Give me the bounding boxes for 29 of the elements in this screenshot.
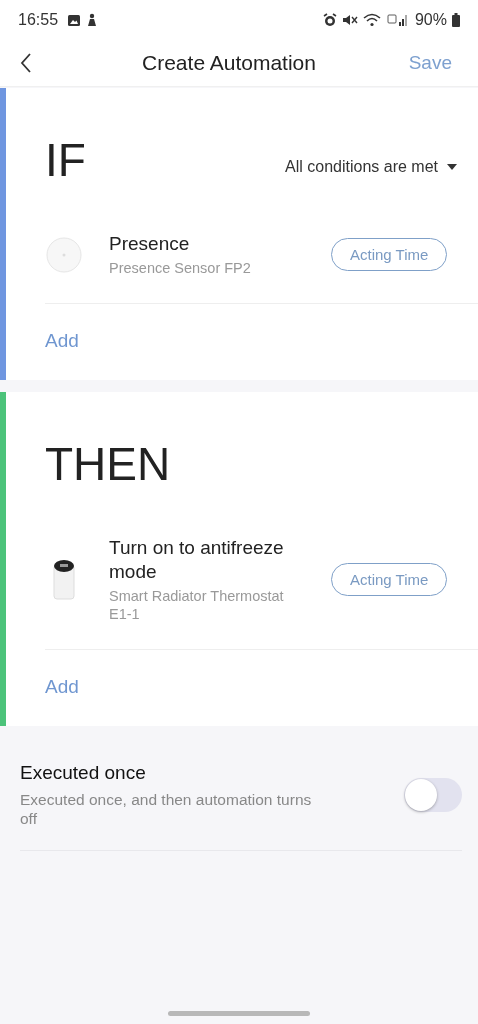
alarm-icon xyxy=(322,13,337,27)
page-title: Create Automation xyxy=(141,51,317,75)
section-heading: THEN xyxy=(45,437,171,491)
image-icon xyxy=(67,13,82,27)
option-description: Executed once, and then automation turns off xyxy=(20,790,313,828)
device-action: Presence xyxy=(109,232,191,256)
signal-icon xyxy=(385,13,408,27)
status-time: 16:55 xyxy=(18,11,59,29)
person-icon xyxy=(86,13,99,27)
wifi-icon xyxy=(362,13,381,27)
home-indicator[interactable] xyxy=(168,1011,310,1016)
condition-dropdown[interactable]: All conditions are met xyxy=(285,158,458,176)
battery-icon xyxy=(452,13,460,27)
option-title: Executed once xyxy=(20,762,147,784)
toggle-switch[interactable] xyxy=(404,778,462,812)
section-heading: IF xyxy=(45,133,86,187)
add-button[interactable]: Add xyxy=(45,330,79,352)
add-button[interactable]: Add xyxy=(45,676,79,698)
battery-level: 90% xyxy=(414,11,447,29)
sensor-icon xyxy=(45,235,83,274)
device-action: Turn on to antifreeze mode xyxy=(109,536,285,584)
device-name: Smart Radiator Thermostat E1-1 xyxy=(109,587,285,623)
caret-icon xyxy=(446,163,458,171)
chevron-left-icon xyxy=(20,53,32,73)
acting-time-button[interactable]: Acting Time xyxy=(331,238,448,271)
mute-icon xyxy=(341,13,358,27)
device-name: Presence Sensor FP2 xyxy=(109,259,252,277)
acting-time-button[interactable]: Acting Time xyxy=(331,563,448,596)
save-button[interactable]: Save xyxy=(378,51,458,75)
